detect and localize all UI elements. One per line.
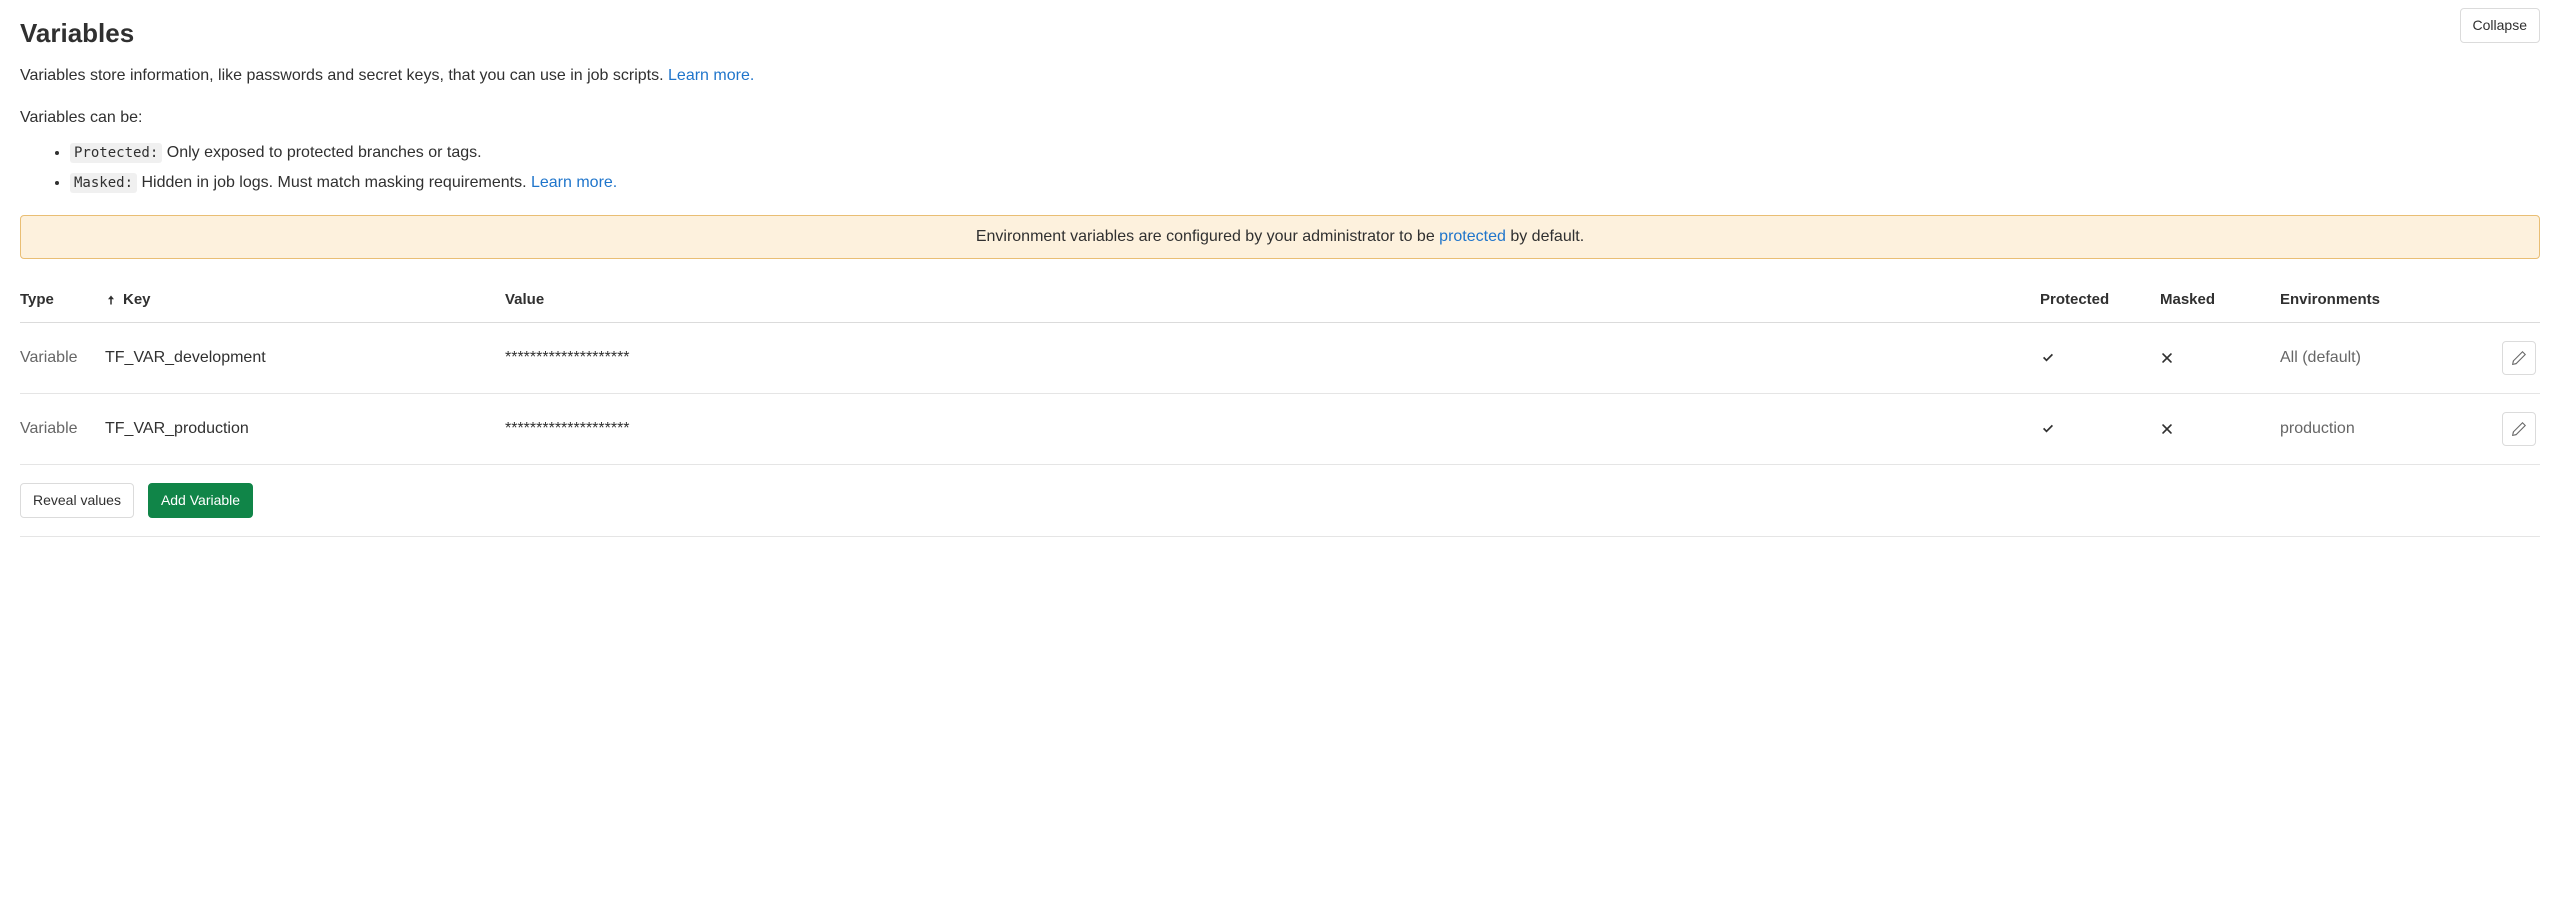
cell-value: ******************** bbox=[505, 394, 2040, 465]
add-variable-button[interactable]: Add Variable bbox=[148, 483, 253, 518]
cell-protected bbox=[2040, 323, 2160, 394]
masked-label: Masked: bbox=[70, 173, 137, 193]
th-key[interactable]: Key bbox=[105, 277, 505, 323]
cell-key: TF_VAR_production bbox=[105, 394, 505, 465]
cell-protected bbox=[2040, 394, 2160, 465]
masked-desc: Hidden in job logs. Must match masking r… bbox=[137, 174, 531, 191]
cell-actions bbox=[2490, 394, 2540, 465]
cell-value: ******************** bbox=[505, 323, 2040, 394]
protected-label: Protected: bbox=[70, 143, 162, 163]
check-icon bbox=[2040, 421, 2150, 437]
alert-suffix: by default. bbox=[1506, 228, 1584, 245]
table-footer: Reveal values Add Variable bbox=[20, 465, 2540, 537]
alert-prefix: Environment variables are configured by … bbox=[976, 228, 1439, 245]
th-key-label: Key bbox=[123, 291, 151, 308]
pencil-icon bbox=[2511, 350, 2527, 366]
page-title: Variables bbox=[20, 18, 134, 49]
table-row: VariableTF_VAR_development**************… bbox=[20, 323, 2540, 394]
cell-type: Variable bbox=[20, 394, 105, 465]
types-intro: Variables can be: bbox=[20, 109, 2540, 127]
reveal-values-button[interactable]: Reveal values bbox=[20, 483, 134, 518]
x-icon bbox=[2160, 351, 2270, 365]
th-protected[interactable]: Protected bbox=[2040, 277, 2160, 323]
variables-table: Type Key Value Protected Masked Environm… bbox=[20, 277, 2540, 465]
learn-more-link[interactable]: Learn more. bbox=[668, 67, 754, 84]
edit-button[interactable] bbox=[2502, 412, 2536, 446]
th-masked[interactable]: Masked bbox=[2160, 277, 2280, 323]
th-type[interactable]: Type bbox=[20, 277, 105, 323]
table-row: VariableTF_VAR_production***************… bbox=[20, 394, 2540, 465]
cell-actions bbox=[2490, 323, 2540, 394]
learn-more-link[interactable]: Learn more. bbox=[531, 174, 617, 191]
cell-key: TF_VAR_development bbox=[105, 323, 505, 394]
th-environments[interactable]: Environments bbox=[2280, 277, 2490, 323]
x-icon bbox=[2160, 422, 2270, 436]
sort-asc-icon bbox=[105, 294, 117, 306]
protected-desc: Only exposed to protected branches or ta… bbox=[162, 144, 481, 161]
pencil-icon bbox=[2511, 421, 2527, 437]
collapse-button[interactable]: Collapse bbox=[2460, 8, 2540, 43]
description-text: Variables store information, like passwo… bbox=[20, 67, 668, 84]
edit-button[interactable] bbox=[2502, 341, 2536, 375]
cell-environments: production bbox=[2280, 394, 2490, 465]
check-icon bbox=[2040, 350, 2150, 366]
list-item: Masked: Hidden in job logs. Must match m… bbox=[70, 171, 2540, 195]
list-item: Protected: Only exposed to protected bra… bbox=[70, 141, 2540, 165]
cell-masked bbox=[2160, 394, 2280, 465]
th-value[interactable]: Value bbox=[505, 277, 2040, 323]
alert-link[interactable]: protected bbox=[1439, 228, 1506, 245]
cell-type: Variable bbox=[20, 323, 105, 394]
cell-masked bbox=[2160, 323, 2280, 394]
cell-environments: All (default) bbox=[2280, 323, 2490, 394]
admin-alert: Environment variables are configured by … bbox=[20, 215, 2540, 259]
variable-types-list: Protected: Only exposed to protected bra… bbox=[20, 141, 2540, 195]
section-description: Variables store information, like passwo… bbox=[20, 67, 2540, 85]
th-actions bbox=[2490, 277, 2540, 323]
